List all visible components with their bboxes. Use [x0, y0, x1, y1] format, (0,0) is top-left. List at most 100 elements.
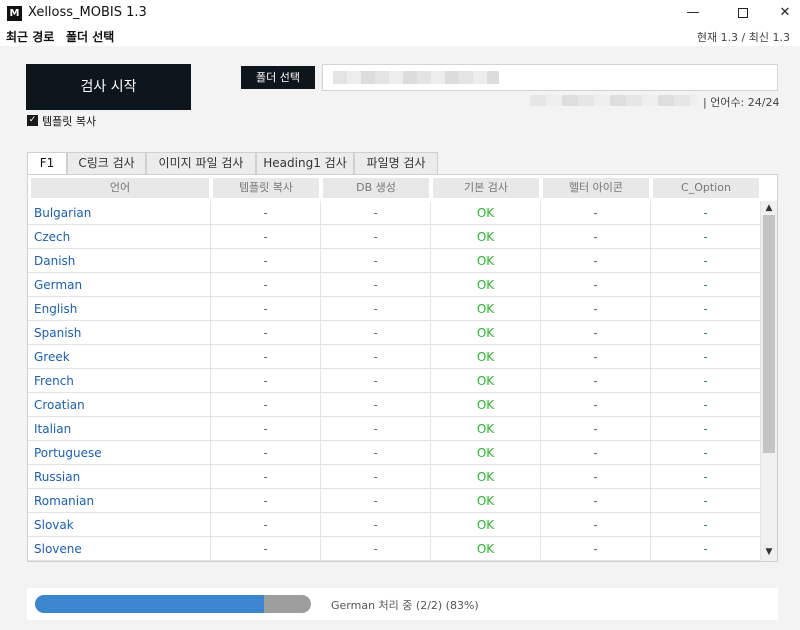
status-panel: German 처리 중 (2/2) (83%): [27, 588, 778, 620]
start-inspection-button[interactable]: 검사 시작: [26, 64, 191, 110]
cell-helper-icon: -: [541, 225, 651, 249]
table-row[interactable]: Russian - - OK - -: [28, 465, 761, 489]
scrollbar-thumb[interactable]: [763, 215, 775, 453]
cell-helper-icon: -: [541, 393, 651, 417]
cell-language[interactable]: Russian: [28, 465, 211, 489]
tab-heading1-check[interactable]: Heading1 검사: [256, 152, 354, 174]
table-row[interactable]: Bulgarian - - OK - -: [28, 201, 761, 225]
cell-helper-icon: -: [541, 465, 651, 489]
cell-c-option: -: [651, 201, 761, 225]
language-count: | 언어수: 24/24: [703, 96, 780, 109]
cell-db-create: -: [321, 441, 431, 465]
status-text: German 처리 중 (2/2) (83%): [331, 599, 479, 612]
cell-language[interactable]: Portuguese: [28, 441, 211, 465]
cell-basic-check: OK: [431, 513, 541, 537]
table-row[interactable]: Danish - - OK - -: [28, 249, 761, 273]
table-row[interactable]: French - - OK - -: [28, 369, 761, 393]
table-row[interactable]: Slovene - - OK - -: [28, 537, 761, 561]
cell-c-option: -: [651, 513, 761, 537]
cell-basic-check: OK: [431, 465, 541, 489]
cell-db-create: -: [321, 345, 431, 369]
cell-language[interactable]: Croatian: [28, 393, 211, 417]
cell-db-create: -: [321, 225, 431, 249]
table-row[interactable]: Croatian - - OK - -: [28, 393, 761, 417]
cell-basic-check: OK: [431, 537, 541, 561]
cell-language[interactable]: Bulgarian: [28, 201, 211, 225]
cell-language[interactable]: Slovak: [28, 513, 211, 537]
table-row[interactable]: Czech - - OK - -: [28, 225, 761, 249]
folder-select-button[interactable]: 폴더 선택: [241, 66, 315, 89]
cell-basic-check: OK: [431, 393, 541, 417]
cell-template-copy: -: [211, 369, 321, 393]
cell-language[interactable]: Greek: [28, 345, 211, 369]
cell-db-create: -: [321, 489, 431, 513]
cell-template-copy: -: [211, 273, 321, 297]
cell-template-copy: -: [211, 297, 321, 321]
cell-template-copy: -: [211, 441, 321, 465]
cell-c-option: -: [651, 297, 761, 321]
cell-language[interactable]: German: [28, 273, 211, 297]
cell-c-option: -: [651, 369, 761, 393]
cell-basic-check: OK: [431, 249, 541, 273]
table-row[interactable]: Portuguese - - OK - -: [28, 441, 761, 465]
cell-language[interactable]: Danish: [28, 249, 211, 273]
table-row[interactable]: Romanian - - OK - -: [28, 489, 761, 513]
table-row[interactable]: Italian - - OK - -: [28, 417, 761, 441]
menu-recent-paths[interactable]: 최근 경로: [6, 28, 54, 45]
column-header-language[interactable]: 언어: [31, 178, 209, 198]
table-row[interactable]: English - - OK - -: [28, 297, 761, 321]
cell-language[interactable]: Spanish: [28, 321, 211, 345]
table-row[interactable]: Spanish - - OK - -: [28, 321, 761, 345]
tab-image-file-check[interactable]: 이미지 파일 검사: [146, 152, 256, 174]
menu-folder-select[interactable]: 폴더 선택: [66, 28, 114, 45]
cell-template-copy: -: [211, 225, 321, 249]
progress-fill: [35, 595, 265, 613]
template-copy-checkbox[interactable]: ✓: [27, 115, 38, 126]
scroll-up-arrow-icon[interactable]: ▲: [761, 201, 777, 215]
cell-db-create: -: [321, 297, 431, 321]
minimize-button[interactable]: —: [670, 0, 716, 26]
close-button[interactable]: ✕: [762, 0, 800, 26]
tab-filename-check[interactable]: 파일명 검사: [354, 152, 438, 174]
table-row[interactable]: Slovak - - OK - -: [28, 513, 761, 537]
cell-c-option: -: [651, 441, 761, 465]
folder-path-field[interactable]: [322, 64, 778, 91]
cell-language[interactable]: Slovene: [28, 537, 211, 561]
cell-c-option: -: [651, 273, 761, 297]
column-header-helper-icon[interactable]: 헬터 아이콘: [543, 178, 649, 198]
column-header-template-copy[interactable]: 템플릿 복사: [213, 178, 319, 198]
table-row[interactable]: German - - OK - -: [28, 273, 761, 297]
cell-db-create: -: [321, 249, 431, 273]
tab-c-link-check[interactable]: C링크 검사: [67, 152, 146, 174]
tab-f1[interactable]: F1: [27, 152, 67, 175]
cell-language[interactable]: English: [28, 297, 211, 321]
cell-c-option: -: [651, 465, 761, 489]
title-bar: M Xelloss_MOBIS 1.3 — ✕: [0, 0, 800, 26]
maximize-button[interactable]: [720, 0, 766, 26]
cell-db-create: -: [321, 393, 431, 417]
cell-basic-check: OK: [431, 441, 541, 465]
cell-helper-icon: -: [541, 537, 651, 561]
cell-c-option: -: [651, 249, 761, 273]
cell-language[interactable]: Romanian: [28, 489, 211, 513]
cell-c-option: -: [651, 489, 761, 513]
column-header-basic-check[interactable]: 기본 검사: [433, 178, 539, 198]
cell-basic-check: OK: [431, 417, 541, 441]
cell-helper-icon: -: [541, 345, 651, 369]
cell-template-copy: -: [211, 393, 321, 417]
cell-c-option: -: [651, 321, 761, 345]
cell-db-create: -: [321, 537, 431, 561]
cell-template-copy: -: [211, 249, 321, 273]
cell-language[interactable]: Italian: [28, 417, 211, 441]
column-header-db-create[interactable]: DB 생성: [323, 178, 429, 198]
column-header-c-option[interactable]: C_Option: [653, 178, 759, 198]
cell-db-create: -: [321, 201, 431, 225]
cell-language[interactable]: French: [28, 369, 211, 393]
version-info: 현재 1.3 / 최신 1.3: [696, 31, 790, 44]
cell-helper-icon: -: [541, 513, 651, 537]
cell-db-create: -: [321, 369, 431, 393]
scroll-down-arrow-icon[interactable]: ▼: [761, 545, 777, 559]
table-row[interactable]: Greek - - OK - -: [28, 345, 761, 369]
app-logo-icon: M: [7, 6, 22, 21]
cell-language[interactable]: Czech: [28, 225, 211, 249]
